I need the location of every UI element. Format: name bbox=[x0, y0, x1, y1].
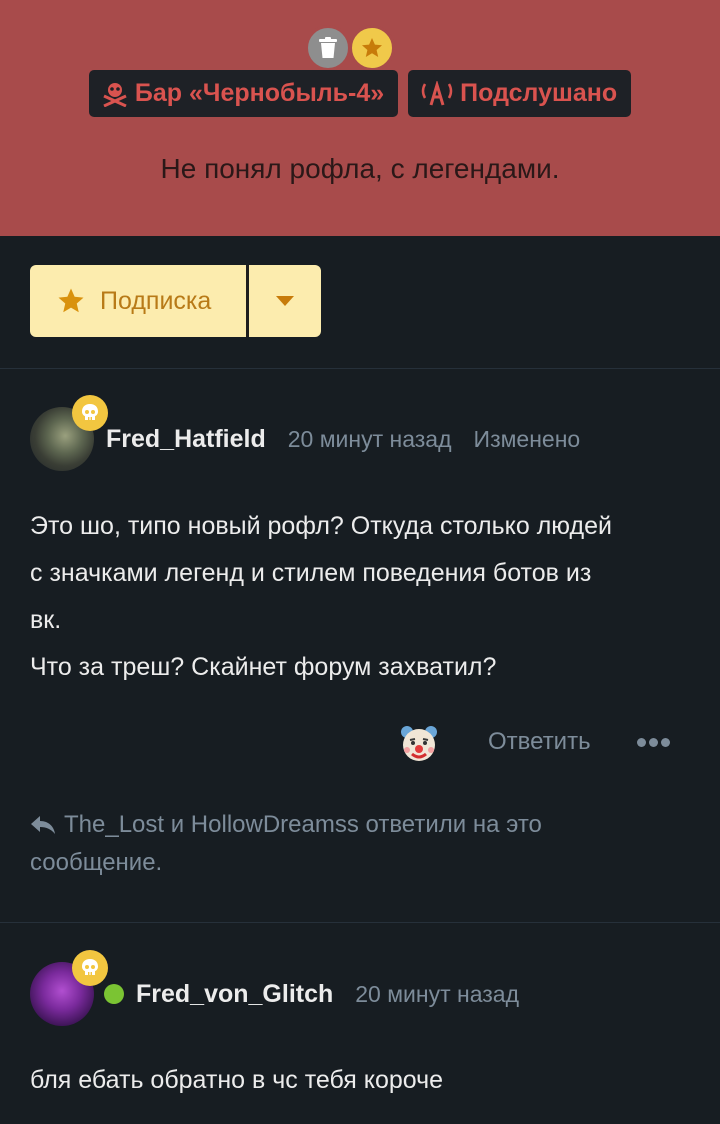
tag-chernobyl-bar[interactable]: Бар «Чернобыль-4» bbox=[88, 70, 399, 117]
trash-icon bbox=[319, 37, 337, 58]
star-icon bbox=[362, 38, 382, 57]
subscribe-dropdown-button[interactable] bbox=[249, 265, 321, 337]
post-text-line: Это шо, типо новый рофл? Откуда столько … bbox=[30, 512, 612, 540]
favorite-button[interactable] bbox=[349, 25, 395, 71]
post-text-line: вк. bbox=[30, 606, 62, 634]
avatar[interactable] bbox=[30, 395, 108, 471]
reply-button[interactable]: Ответить bbox=[488, 728, 591, 756]
delete-button[interactable] bbox=[305, 25, 351, 71]
subscribe-button[interactable]: Подписка bbox=[30, 265, 246, 337]
divider bbox=[0, 922, 720, 923]
thread-tags: Бар «Чернобыль-4» Подслушано bbox=[0, 70, 720, 117]
post-time[interactable]: 20 минут назад bbox=[355, 981, 519, 1008]
avatar[interactable] bbox=[30, 950, 108, 1026]
radio-broadcast-icon bbox=[421, 80, 453, 105]
edited-label[interactable]: Изменено bbox=[474, 426, 581, 453]
skull-crossbones-icon bbox=[103, 82, 127, 107]
username[interactable]: Fred_Hatfield bbox=[106, 425, 266, 454]
skull-icon bbox=[82, 959, 98, 975]
clown-face-icon bbox=[401, 726, 437, 761]
thread-title: Не понял рофла, с легендами. bbox=[160, 153, 560, 184]
tag-label: Бар «Чернобыль-4» bbox=[134, 79, 385, 107]
legend-badge bbox=[72, 950, 108, 986]
post-content: Это шо, типо новый рофл? Откуда столько … bbox=[30, 503, 690, 691]
more-options-button[interactable] bbox=[637, 738, 670, 747]
chevron-down-icon bbox=[276, 296, 294, 306]
post-header: Fred_von_Glitch 20 минут назад bbox=[30, 950, 519, 1029]
tag-overheard[interactable]: Подслушано bbox=[408, 70, 632, 117]
more-dot bbox=[661, 738, 670, 747]
legend-badge bbox=[72, 395, 108, 431]
divider bbox=[0, 368, 720, 369]
thread-action-icons bbox=[305, 25, 397, 71]
reply-arrow-icon bbox=[31, 816, 55, 834]
more-dot bbox=[649, 738, 658, 747]
skull-icon bbox=[82, 404, 98, 420]
reaction-button[interactable] bbox=[398, 722, 440, 769]
subscribe-control: Подписка bbox=[30, 265, 321, 337]
replies-notice[interactable]: The_Lost и HollowDreamss ответили на это… bbox=[30, 806, 650, 882]
post-header: Fred_Hatfield 20 минут назад Изменено bbox=[30, 395, 581, 474]
replies-text: The_Lost и HollowDreamss ответили на это… bbox=[30, 811, 542, 876]
online-status-indicator bbox=[104, 984, 124, 1004]
post-text-line: бля ебать обратно в чс тебя короче bbox=[30, 1066, 444, 1094]
star-icon bbox=[58, 288, 84, 313]
tag-label: Подслушано bbox=[460, 79, 618, 107]
username[interactable]: Fred_von_Glitch bbox=[136, 980, 333, 1009]
post-text-line: Что за треш? Скайнет форум захватил? bbox=[30, 653, 497, 681]
subscribe-label: Подписка bbox=[100, 286, 212, 315]
more-dot bbox=[637, 738, 646, 747]
thread-header: Бар «Чернобыль-4» Подслушано Не понял ро… bbox=[0, 0, 720, 236]
post-time[interactable]: 20 минут назад bbox=[288, 426, 452, 453]
post-actions: Ответить bbox=[0, 720, 720, 766]
post-content: бля ебать обратно в чс тебя короче bbox=[30, 1057, 690, 1104]
post-text-line: с значками легенд и стилем поведения бот… bbox=[30, 559, 592, 587]
